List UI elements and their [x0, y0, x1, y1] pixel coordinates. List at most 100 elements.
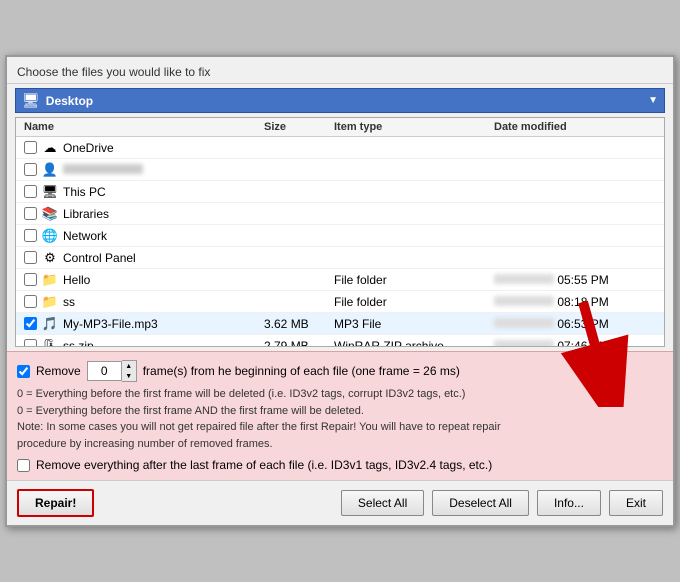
name-cell: ⚙Control Panel [24, 250, 264, 266]
file-type: WinRAR ZIP archive [334, 339, 494, 348]
file-list-container: Name Size Item type Date modified ☁ OneDr… [15, 117, 665, 347]
frame-text: frame(s) from he beginning of each file … [143, 364, 460, 378]
name-cell: 📁 ss [24, 294, 264, 310]
main-dialog: Choose the files you would like to fix 🖥… [5, 55, 675, 527]
spin-down-button[interactable]: ▼ [122, 371, 136, 381]
table-row: 👤 [16, 159, 664, 181]
remove-last-row: Remove everything after the last frame o… [17, 458, 663, 472]
file-checkbox[interactable] [24, 229, 37, 242]
file-icon: 🗜 [42, 338, 58, 348]
select-all-button[interactable]: Select All [341, 490, 424, 516]
file-date: 06:53 PM [494, 317, 656, 331]
file-icon: ☁ [42, 140, 58, 156]
file-name: Control Panel [63, 251, 136, 265]
file-name: My-MP3-File.mp3 [63, 317, 158, 331]
blurred-date [494, 340, 554, 348]
date-time: 06:53 PM [554, 317, 609, 331]
file-name: Libraries [63, 207, 109, 221]
file-checkbox[interactable] [24, 185, 37, 198]
spin-up-button[interactable]: ▲ [122, 361, 136, 371]
name-cell: 🌐 Network [24, 228, 264, 244]
table-row: 🎵 My-MP3-File.mp3 3.62 MBMP3 File 06:53 PM [16, 313, 664, 335]
file-name: ss [63, 295, 75, 309]
remove-checkbox[interactable] [17, 365, 30, 378]
file-date: 05:55 PM [494, 273, 656, 287]
file-icon: 🌐 [42, 228, 58, 244]
file-icon: 📚 [42, 206, 58, 222]
file-name: ss.zip [63, 339, 94, 348]
name-cell: 📚 Libraries [24, 206, 264, 222]
blurred-date [494, 318, 554, 328]
col-size-header: Size [264, 121, 334, 133]
info-button[interactable]: Info... [537, 490, 601, 516]
blurred-name [63, 164, 143, 174]
file-name: Network [63, 229, 107, 243]
file-name: OneDrive [63, 141, 114, 155]
col-type-header: Item type [334, 121, 494, 133]
remove-last-label: Remove everything after the last frame o… [36, 458, 492, 472]
file-icon: 🖥 [42, 184, 58, 200]
name-cell: ☁ OneDrive [24, 140, 264, 156]
file-icon: 📁 [42, 272, 58, 288]
file-checkbox[interactable] [24, 207, 37, 220]
date-time: 07:46 PM [554, 339, 609, 348]
file-date: 08:18 PM [494, 295, 656, 309]
deselect-all-button[interactable]: Deselect All [432, 490, 529, 516]
frames-input[interactable] [87, 361, 122, 381]
remove-last-checkbox[interactable] [17, 459, 30, 472]
table-row: 🖥This PC [16, 181, 664, 203]
name-cell: 📁 Hello [24, 272, 264, 288]
file-size: 2.79 MB [264, 339, 334, 348]
file-checkbox[interactable] [24, 251, 37, 264]
file-icon: 🎵 [42, 316, 58, 332]
bottom-panel: Remove ▲ ▼ frame(s) from he beginning of… [7, 351, 673, 480]
spin-input-container: ▲ ▼ [87, 360, 137, 382]
file-icon: 📁 [42, 294, 58, 310]
blurred-date [494, 274, 554, 284]
file-size: 3.62 MB [264, 317, 334, 331]
file-checkbox[interactable] [24, 339, 37, 347]
file-rows: ☁ OneDrive 👤 🖥This PC 📚 Libraries 🌐 Network ⚙Con… [16, 137, 664, 347]
col-name-header: Name [24, 121, 264, 133]
date-time: 05:55 PM [554, 273, 609, 287]
location-bar[interactable]: 🖥 Desktop ▼ [15, 88, 665, 113]
table-row: 📁 Hello File folder 05:55 PM [16, 269, 664, 291]
file-type: File folder [334, 273, 494, 287]
file-name: Hello [63, 273, 90, 287]
table-row: ☁ OneDrive [16, 137, 664, 159]
info-text-block: 0 = Everything before the first frame wi… [17, 386, 663, 452]
remove-label: Remove [36, 364, 81, 378]
file-icon: 👤 [42, 162, 58, 178]
file-checkbox[interactable] [24, 317, 37, 330]
dropdown-arrow-icon: ▼ [648, 95, 658, 106]
info-line-3: Note: In some cases you will not get rep… [17, 419, 663, 436]
file-checkbox[interactable] [24, 141, 37, 154]
name-cell: 👤 [24, 162, 264, 178]
file-type: MP3 File [334, 317, 494, 331]
date-time: 08:18 PM [554, 295, 609, 309]
remove-row: Remove ▲ ▼ frame(s) from he beginning of… [17, 360, 663, 382]
info-line-2: 0 = Everything before the first frame AN… [17, 403, 663, 420]
file-list-header: Name Size Item type Date modified [16, 118, 664, 137]
name-cell: 🎵 My-MP3-File.mp3 [24, 316, 264, 332]
file-checkbox[interactable] [24, 273, 37, 286]
repair-button[interactable]: Repair! [17, 489, 94, 517]
button-row: Repair! Select All Deselect All Info... … [7, 480, 673, 525]
exit-button[interactable]: Exit [609, 490, 663, 516]
toolbar-row: 🖥 Desktop ▼ [7, 84, 673, 117]
spin-buttons: ▲ ▼ [122, 360, 137, 382]
folder-icon: 🖥 [22, 92, 40, 109]
info-line-4: procedure by increasing number of remove… [17, 436, 663, 453]
table-row: 📁 ss File folder 08:18 PM [16, 291, 664, 313]
col-date-header: Date modified [494, 121, 656, 133]
file-checkbox[interactable] [24, 163, 37, 176]
name-cell: 🖥This PC [24, 184, 264, 200]
file-type: File folder [334, 295, 494, 309]
file-checkbox[interactable] [24, 295, 37, 308]
location-text: Desktop [46, 94, 648, 108]
dialog-title: Choose the files you would like to fix [7, 57, 673, 84]
file-date: 07:46 PM [494, 339, 656, 348]
name-cell: 🗜 ss.zip [24, 338, 264, 348]
title-text: Choose the files you would like to fix [17, 65, 210, 79]
table-row: 🌐 Network [16, 225, 664, 247]
